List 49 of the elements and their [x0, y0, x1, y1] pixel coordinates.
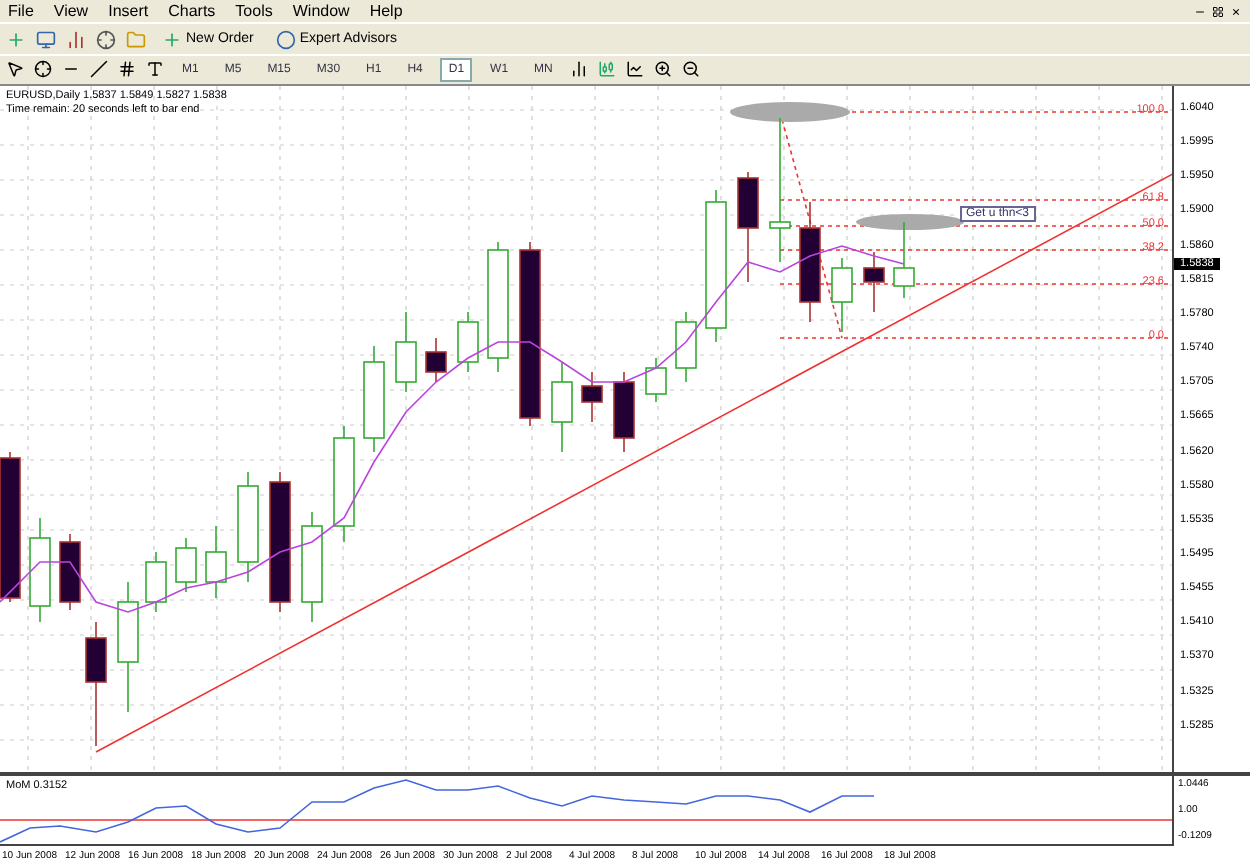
- candlestick: [269, 471, 291, 613]
- candlestick: [457, 311, 479, 373]
- candlestick: [675, 311, 697, 383]
- bar-chart-icon[interactable]: [570, 60, 589, 79]
- menu-item[interactable]: Insert: [108, 2, 149, 21]
- ellipse-marker: [856, 213, 964, 230]
- candlestick: [613, 371, 635, 453]
- plus-icon: [162, 29, 182, 50]
- cursor-icon[interactable]: [6, 60, 24, 79]
- channel-icon[interactable]: [118, 60, 136, 79]
- ellipse-marker: [730, 101, 850, 122]
- candlestick: [333, 425, 355, 543]
- menu-item[interactable]: Charts: [168, 2, 216, 21]
- candlestick: [863, 251, 885, 313]
- candlestick: [831, 257, 853, 333]
- candlestick: [117, 581, 139, 713]
- zoom-out-icon[interactable]: [682, 60, 701, 79]
- trendline-icon[interactable]: [90, 60, 108, 79]
- monitor-icon[interactable]: [36, 29, 56, 50]
- candlestick: [29, 517, 51, 623]
- candlestick: [487, 241, 509, 373]
- circle-icon: [275, 29, 296, 50]
- candlestick: [799, 201, 821, 323]
- menu-item[interactable]: Tools: [235, 2, 273, 21]
- candlestick: [551, 361, 573, 453]
- minimize-icon[interactable]: [1194, 5, 1206, 18]
- text-icon[interactable]: [146, 60, 164, 79]
- crosshair-icon[interactable]: [96, 29, 116, 50]
- candlestick: [893, 221, 915, 299]
- line-chart-icon[interactable]: [626, 60, 645, 79]
- menu-item[interactable]: View: [53, 2, 89, 21]
- candlestick: [85, 621, 107, 747]
- candlestick: [581, 371, 603, 423]
- candlestick: [363, 345, 385, 453]
- candlestick: [301, 511, 323, 623]
- candlestick: [175, 537, 197, 593]
- candlestick: [645, 357, 667, 403]
- candlestick: [205, 525, 227, 599]
- candlestick: [425, 337, 447, 383]
- menu-item[interactable]: File: [8, 2, 34, 21]
- zoom-in-icon[interactable]: [654, 60, 673, 79]
- candlestick: [395, 311, 417, 393]
- candlestick: [737, 171, 759, 283]
- candlestick: [237, 471, 259, 583]
- candlestick: [145, 551, 167, 613]
- crosshair-icon[interactable]: [34, 60, 52, 79]
- menu-item[interactable]: Window: [292, 2, 350, 21]
- candlestick: [59, 533, 81, 611]
- menu-item[interactable]: Help: [369, 2, 403, 21]
